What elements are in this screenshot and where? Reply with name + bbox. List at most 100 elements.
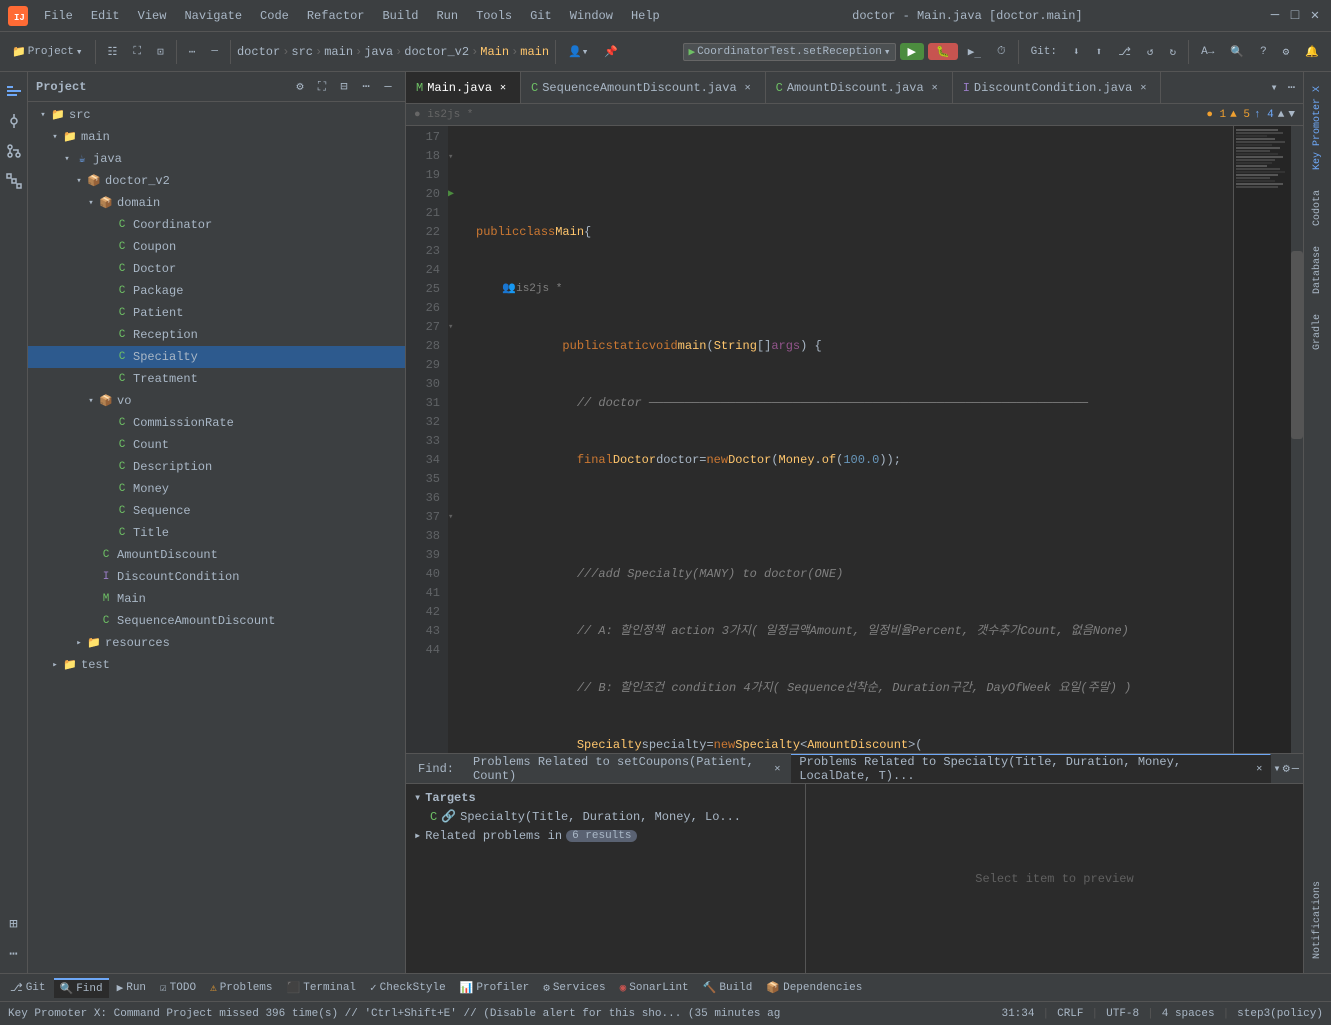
status-position[interactable]: 31:34 — [1001, 1008, 1034, 1020]
tab-main-java[interactable]: M Main.java ✕ — [406, 72, 521, 103]
git-push-btn[interactable]: ⬇ — [1067, 43, 1086, 61]
code-content[interactable]: public class Main { 👥 is2js * public sta… — [468, 126, 1233, 753]
info-indicator[interactable]: ↑ 4 — [1254, 109, 1274, 121]
v-tab-key-promoter[interactable]: Key Promoter X — [1310, 80, 1325, 176]
project-widget[interactable]: 📁 Project ▾ — [6, 43, 89, 61]
menu-refactor[interactable]: Refactor — [299, 7, 373, 25]
fold-27[interactable]: ▾ — [448, 322, 453, 332]
pin-btn[interactable]: 📌 — [598, 43, 624, 61]
git-history-btn[interactable]: ↺ — [1141, 43, 1160, 61]
toolstrip-problems[interactable]: ⚠ Problems — [204, 979, 278, 997]
toolstrip-services[interactable]: ⚙ Services — [537, 979, 611, 997]
menu-code[interactable]: Code — [252, 7, 297, 25]
status-encoding[interactable]: UTF-8 — [1106, 1008, 1139, 1020]
git-revert-btn[interactable]: ↻ — [1164, 43, 1183, 61]
bc-main[interactable]: main — [324, 45, 353, 59]
bc-doctor_v2[interactable]: doctor_v2 — [404, 45, 469, 59]
menu-tools[interactable]: Tools — [468, 7, 520, 25]
fold-37[interactable]: ▾ — [448, 512, 453, 522]
bc-src[interactable]: src — [291, 45, 313, 59]
git-branch-btn[interactable]: ⎇ — [1112, 43, 1137, 61]
bottom-find-tab[interactable]: Find: — [410, 754, 463, 783]
problems-tab-2-close[interactable]: ✕ — [1256, 763, 1262, 775]
coverage-btn[interactable]: ▶̲ — [962, 43, 987, 61]
targets-header[interactable]: ▾ Targets — [414, 788, 797, 807]
tree-item-count[interactable]: C Count — [28, 434, 405, 456]
toolstrip-git[interactable]: ⎇ Git — [4, 979, 52, 997]
sidebar-structure-icon[interactable] — [3, 170, 25, 192]
run-button[interactable]: ▶ — [900, 43, 924, 60]
tree-item-main-class[interactable]: M Main — [28, 588, 405, 610]
tree-item-vo[interactable]: ▾ 📦 vo — [28, 390, 405, 412]
tree-item-resources[interactable]: ▸ 📁 resources — [28, 632, 405, 654]
error-indicator[interactable]: ● 1 — [1206, 109, 1226, 121]
menu-run[interactable]: Run — [428, 7, 466, 25]
tab-more-btn[interactable]: ⋯ — [1284, 80, 1299, 95]
scrollbar-thumb[interactable] — [1291, 251, 1303, 439]
tree-item-main[interactable]: ▾ 📁 main — [28, 126, 405, 148]
tree-item-coordinator[interactable]: C Coordinator — [28, 214, 405, 236]
tree-expand-btn[interactable]: ⛶ — [313, 78, 331, 96]
tab-amtdsc-close[interactable]: ✕ — [928, 81, 942, 95]
sidebar-commit-icon[interactable] — [3, 110, 25, 132]
tree-item-money[interactable]: C Money — [28, 478, 405, 500]
tree-item-doctor[interactable]: C Doctor — [28, 258, 405, 280]
toolstrip-checkstyle[interactable]: ✓ CheckStyle — [364, 979, 452, 997]
bc-java[interactable]: java — [364, 45, 393, 59]
tab-amtdsc[interactable]: C AmountDiscount.java ✕ — [766, 72, 953, 103]
v-tab-codota[interactable]: Codota — [1310, 184, 1325, 232]
toolstrip-run[interactable]: ▶ Run — [111, 979, 152, 997]
sidebar-project-icon[interactable] — [3, 80, 25, 102]
bottom-gear-btn[interactable]: ⚙ — [1283, 761, 1290, 776]
status-indent[interactable]: 4 spaces — [1162, 1008, 1215, 1020]
scroll-down-indicator[interactable]: ▼ — [1288, 109, 1295, 121]
status-line-ending[interactable]: CRLF — [1057, 1008, 1083, 1020]
toolbar-btn-3[interactable]: ⊡ — [151, 43, 170, 61]
tree-item-patient[interactable]: C Patient — [28, 302, 405, 324]
notifications-btn[interactable]: 🔔 — [1299, 43, 1325, 61]
toolstrip-dependencies[interactable]: 📦 Dependencies — [760, 979, 868, 997]
target-item-specialty[interactable]: C 🔗 Specialty(Title, Duration, Money, Lo… — [414, 807, 797, 826]
fold-18[interactable]: ▾ — [448, 152, 453, 162]
v-tab-database[interactable]: Database — [1310, 240, 1325, 300]
tree-item-coupon[interactable]: C Coupon — [28, 236, 405, 258]
tree-item-commissionrate[interactable]: C CommissionRate — [28, 412, 405, 434]
sidebar-bottom-icon[interactable]: ⊞ — [3, 913, 25, 935]
bc-method[interactable]: main — [520, 45, 549, 59]
menu-git[interactable]: Git — [522, 7, 560, 25]
sidebar-pullreq-icon[interactable] — [3, 140, 25, 162]
tree-item-specialty[interactable]: C Specialty — [28, 346, 405, 368]
tree-item-sequenceamountdiscount[interactable]: C SequenceAmountDiscount — [28, 610, 405, 632]
tree-item-src[interactable]: ▾ 📁 src — [28, 104, 405, 126]
toolbar-btn-4[interactable]: ⋯ — [183, 43, 202, 61]
tab-disccond[interactable]: I DiscountCondition.java ✕ — [953, 72, 1162, 103]
close-button[interactable]: ✕ — [1307, 8, 1323, 24]
menu-edit[interactable]: Edit — [83, 7, 128, 25]
run-19[interactable]: ▶ — [448, 188, 454, 200]
menu-help[interactable]: Help — [623, 7, 668, 25]
tree-item-doctor-v2[interactable]: ▾ 📦 doctor_v2 — [28, 170, 405, 192]
tree-item-reception[interactable]: C Reception — [28, 324, 405, 346]
tree-collapse-btn[interactable]: ⊟ — [335, 78, 353, 96]
tree-item-java[interactable]: ▾ ☕ java — [28, 148, 405, 170]
status-keymap[interactable]: step3(policy) — [1237, 1008, 1323, 1020]
toolstrip-build[interactable]: 🔨 Build — [697, 979, 759, 997]
tab-seqamt-close[interactable]: ✕ — [741, 81, 755, 95]
menu-window[interactable]: Window — [562, 7, 621, 25]
tab-disccond-close[interactable]: ✕ — [1136, 81, 1150, 95]
debug-button[interactable]: 🐛 — [928, 43, 958, 60]
tree-item-treatment[interactable]: C Treatment — [28, 368, 405, 390]
toolbar-btn-5[interactable]: ─ — [205, 44, 224, 60]
v-tab-notifications[interactable]: Notifications — [1310, 875, 1325, 965]
bc-main-class[interactable]: Main — [480, 45, 509, 59]
toolstrip-find[interactable]: 🔍 Find — [54, 978, 109, 998]
toolstrip-todo[interactable]: ☑ TODO — [154, 979, 202, 997]
translate-btn[interactable]: A→ — [1195, 44, 1220, 60]
tree-item-domain[interactable]: ▾ 📦 domain — [28, 192, 405, 214]
toolbar-btn-2[interactable]: ⛶ — [127, 44, 147, 60]
profiler-btn[interactable]: ⏱ — [991, 44, 1012, 60]
tree-menu-btn[interactable]: ⋯ — [357, 78, 375, 96]
v-tab-gradle[interactable]: Gradle — [1310, 308, 1325, 356]
tab-scroll-down[interactable]: ▾ — [1267, 80, 1282, 95]
settings-btn[interactable]: ⚙ — [1277, 43, 1296, 61]
